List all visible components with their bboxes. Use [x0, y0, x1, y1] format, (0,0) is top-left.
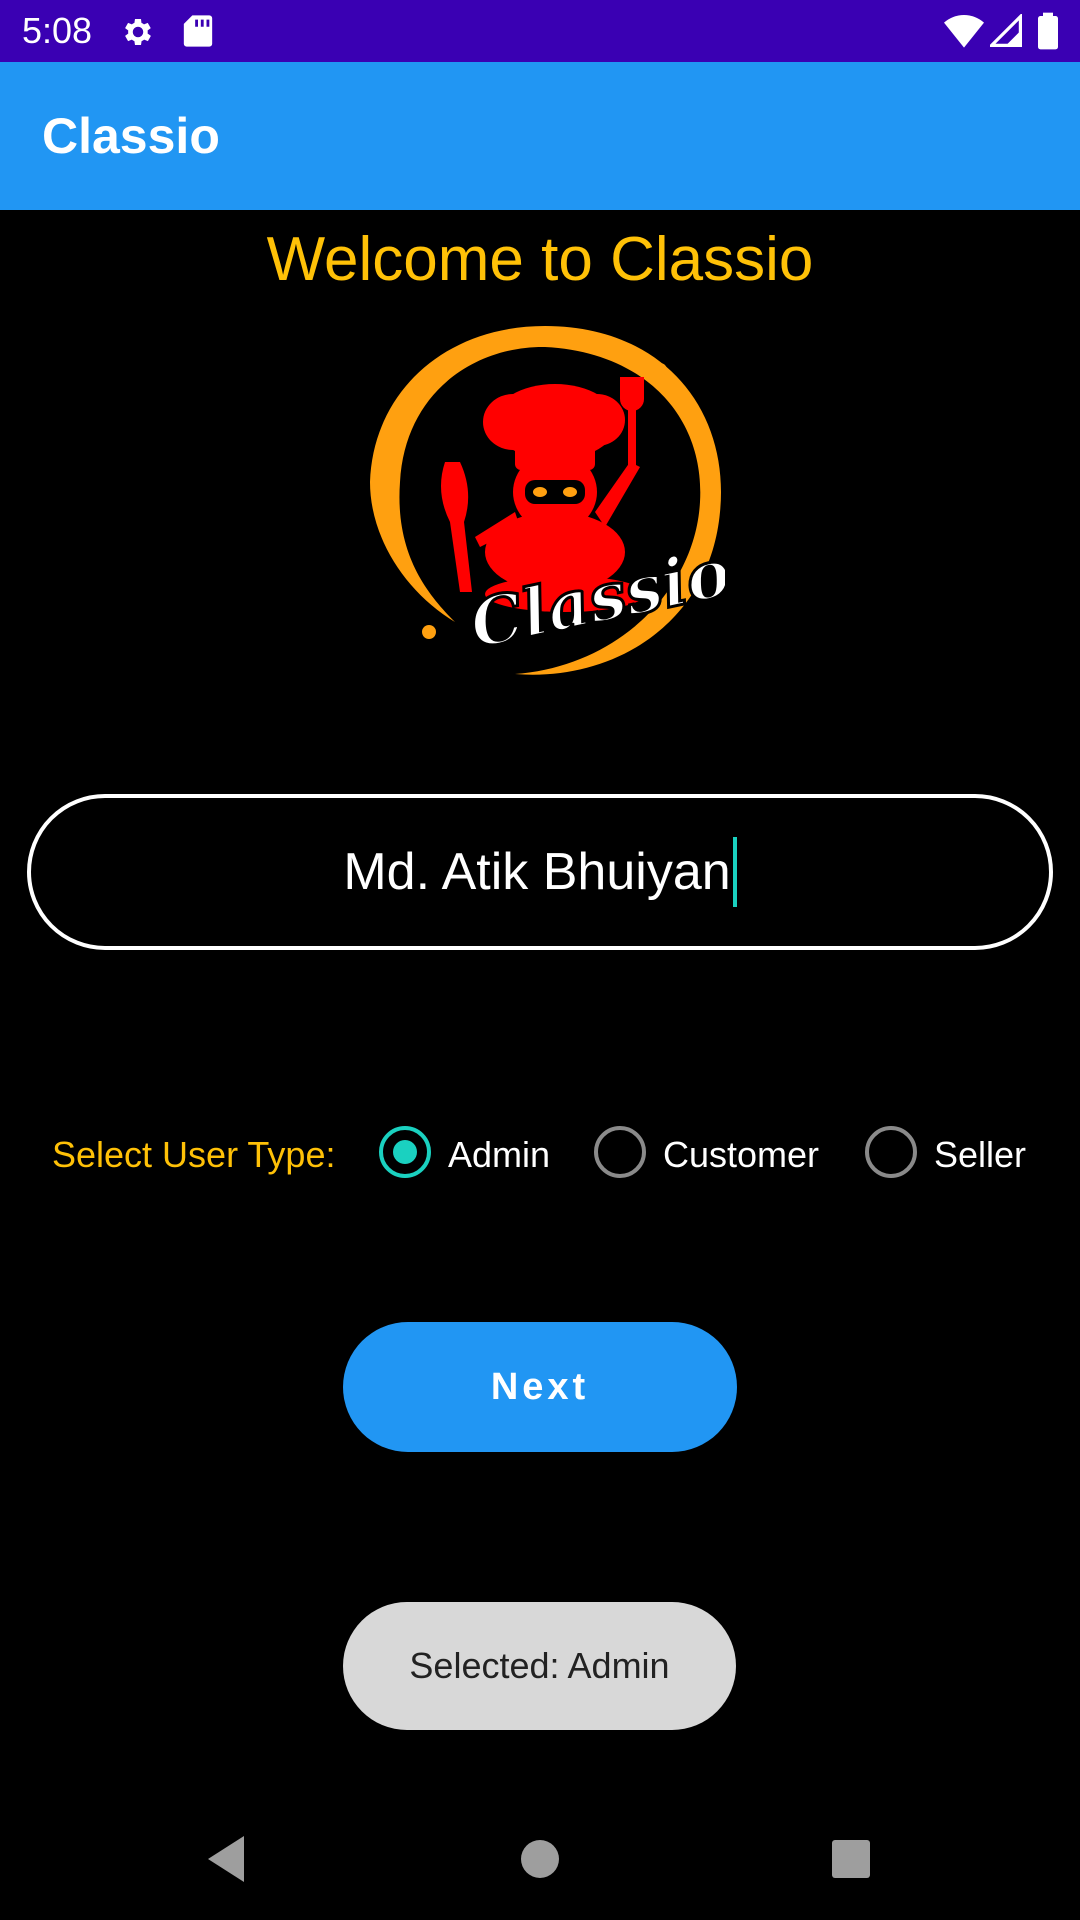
wifi-icon [944, 14, 984, 53]
system-nav-bar [0, 1800, 1080, 1920]
back-icon[interactable] [204, 1834, 248, 1889]
sd-card-icon [183, 14, 213, 53]
radio-seller[interactable] [865, 1126, 917, 1178]
next-button[interactable]: Next [343, 1322, 737, 1452]
app-bar: Classio [0, 62, 1080, 210]
welcome-heading: Welcome to Classio [266, 225, 814, 294]
status-time: 5:08 [22, 10, 93, 51]
classio-logo: Classio [365, 322, 739, 682]
status-bar: 5:08 [0, 0, 1080, 62]
radio-label-seller[interactable]: Seller [934, 1133, 1026, 1177]
toast-message: Selected: Admin [343, 1602, 736, 1730]
radio-admin[interactable] [379, 1126, 431, 1178]
name-input[interactable]: Md. Atik Bhuiyan [27, 794, 1053, 950]
settings-icon [120, 14, 156, 55]
recents-icon[interactable] [831, 1834, 871, 1889]
home-icon[interactable] [520, 1834, 560, 1889]
app-title: Classio [42, 108, 220, 164]
cellular-signal-icon [987, 12, 1022, 53]
user-type-label: Select User Type: [52, 1134, 336, 1175]
radio-customer[interactable] [594, 1126, 646, 1178]
name-input-value: Md. Atik Bhuiyan [343, 843, 731, 901]
text-cursor [732, 837, 737, 907]
name-input-content: Md. Atik Bhuiyan [31, 798, 1049, 946]
radio-label-admin[interactable]: Admin [448, 1133, 550, 1177]
battery-icon [1038, 12, 1058, 55]
radio-label-customer[interactable]: Customer [663, 1133, 819, 1177]
radio-checked-dot [393, 1140, 417, 1164]
